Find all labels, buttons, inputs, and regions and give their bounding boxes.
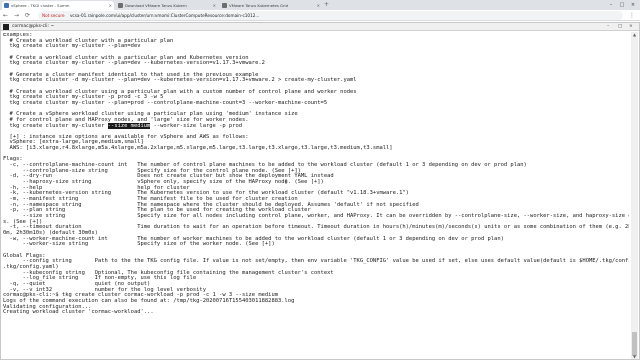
terminal-title-bar: cormac@pks-cli: ~ – □ ×	[1, 23, 639, 31]
scrollbar-thumb[interactable]	[632, 332, 637, 356]
terminal-scrollbar[interactable]: ▲ ▼	[631, 32, 638, 359]
address-toolbar: ← → ⟳ Not secure vcsa-01.rainpole.com/ui…	[0, 10, 640, 21]
terminal-line-text: --worker-size large -p prod	[150, 122, 242, 129]
url-text[interactable]: vcsa-01.rainpole.com/ui/app/cluster/urn:…	[70, 13, 259, 18]
tab-download[interactable]: Download VMware Tanzu Kubern ×	[116, 1, 218, 10]
not-secure-label[interactable]: Not secure	[42, 13, 65, 18]
text-cursor-icon: I	[285, 178, 288, 186]
terminal-close-button[interactable]: ×	[629, 23, 633, 31]
terminal-minimize-button[interactable]: –	[607, 23, 609, 31]
terminal-maximize-button[interactable]: □	[618, 23, 622, 31]
maximize-window-button[interactable]: □	[617, 0, 627, 10]
terminal-line: --size string Specify size for all nodes…	[3, 213, 629, 219]
terminal-output[interactable]: Examples: # Create a workload cluster wi…	[3, 33, 629, 359]
address-bar[interactable]: Not secure vcsa-01.rainpole.com/ui/app/c…	[38, 11, 623, 20]
terminal-line: --config string Path to the the TKG conf…	[3, 258, 629, 265]
vmware-favicon-icon	[118, 3, 123, 8]
terminal-line-text: tkg create cluster my-cluster	[3, 122, 108, 129]
tab-vsphere[interactable]: vSphere - TKGI cluster - Summ ×	[2, 1, 114, 10]
reload-icon[interactable]: ⟳	[25, 11, 30, 20]
terminal-title: cormac@pks-cli: ~	[12, 24, 55, 29]
forward-arrow-icon[interactable]: →	[14, 11, 19, 20]
browser-menu-icon[interactable]: ⋮	[629, 11, 635, 20]
back-arrow-icon[interactable]: ←	[3, 11, 8, 20]
vsphere-favicon-icon	[4, 3, 9, 8]
terminal-line: Creating workload cluster 'cormac-worklo…	[3, 309, 154, 316]
vmware-favicon-icon	[222, 3, 227, 8]
close-window-button[interactable]: ×	[628, 0, 638, 10]
scroll-down-arrow-icon[interactable]: ▼	[631, 354, 638, 359]
tab-label: Download VMware Tanzu Kubern	[125, 3, 187, 8]
new-tab-button[interactable]: +	[324, 1, 329, 9]
tab-tkg[interactable]: VMware Tanzu Kubernetes Grid ×	[220, 1, 322, 10]
close-tab-icon[interactable]: ×	[213, 1, 216, 10]
minimize-window-button[interactable]: –	[606, 0, 616, 10]
close-tab-icon[interactable]: ×	[109, 1, 112, 10]
terminal-window[interactable]: cormac@pks-cli: ~ – □ × Examples: # Crea…	[0, 22, 640, 360]
tab-label: vSphere - TKGI cluster - Summ	[11, 3, 70, 8]
terminal-icon	[3, 24, 9, 30]
selected-text[interactable]: --size medium	[107, 122, 151, 129]
scroll-up-arrow-icon[interactable]: ▲	[631, 32, 638, 37]
browser-tab-bar: vSphere - TKGI cluster - Summ × Download…	[0, 0, 640, 10]
tab-label: VMware Tanzu Kubernetes Grid	[229, 3, 289, 8]
close-tab-icon[interactable]: ×	[317, 1, 320, 10]
